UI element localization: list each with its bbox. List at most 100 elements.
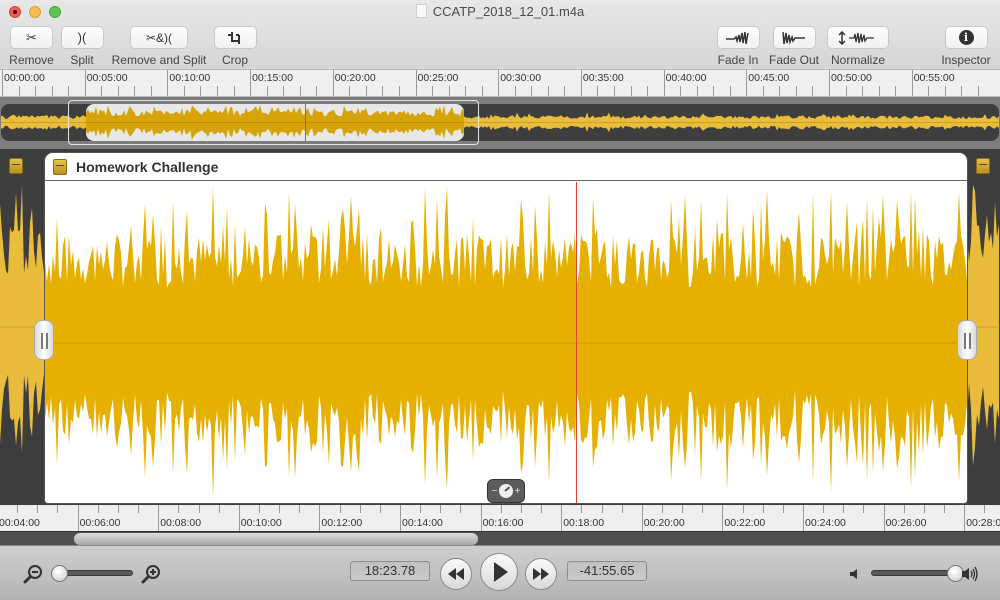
- normalize-tool[interactable]: Normalize: [827, 26, 889, 67]
- major-tick: [641, 505, 643, 531]
- zoom-in-icon[interactable]: [141, 564, 161, 584]
- volume-slider-track[interactable]: [871, 570, 957, 576]
- tick-label: 00:20:00: [334, 72, 376, 84]
- crop-button[interactable]: [213, 26, 257, 49]
- minor-tick: [903, 505, 905, 513]
- play-icon: [493, 562, 508, 582]
- clip-start-handle[interactable]: [34, 320, 54, 360]
- fast-forward-icon: [533, 568, 549, 580]
- minor-tick: [621, 505, 623, 513]
- minor-tick: [258, 505, 260, 513]
- minor-tick: [564, 86, 566, 96]
- minor-tick: [984, 505, 986, 513]
- zoom-out-icon[interactable]: [23, 564, 43, 584]
- fade-in-tool[interactable]: Fade In: [716, 26, 760, 67]
- minor-tick: [812, 86, 814, 96]
- remove-and-split-button[interactable]: ✂&)(: [130, 26, 188, 49]
- minor-tick: [928, 86, 930, 96]
- fade-out-label: Fade Out: [768, 53, 820, 67]
- major-tick: [415, 70, 417, 96]
- inspector-tool[interactable]: i Inspector: [939, 26, 993, 67]
- minor-tick: [465, 86, 467, 96]
- crop-tool[interactable]: Crop: [213, 26, 257, 67]
- split-label: Split: [70, 53, 94, 67]
- minor-tick: [35, 86, 37, 96]
- remove-tool[interactable]: ✂ Remove: [9, 26, 54, 67]
- minor-tick: [420, 505, 422, 513]
- tick-label: 00:15:00: [252, 72, 293, 84]
- minor-tick: [500, 505, 502, 513]
- remove-and-split-tool[interactable]: ✂&)( Remove and Split: [111, 26, 207, 67]
- minor-tick: [481, 86, 483, 96]
- minor-tick: [266, 86, 268, 96]
- minor-tick: [682, 505, 684, 513]
- play-button[interactable]: [480, 553, 518, 591]
- major-tick: [238, 505, 240, 531]
- minor-tick: [878, 86, 880, 96]
- fade-out-tool[interactable]: Fade Out: [768, 26, 820, 67]
- minor-tick: [696, 86, 698, 96]
- major-tick: [663, 70, 665, 96]
- minor-tick: [923, 505, 925, 513]
- tick-label: 00:20:00: [643, 517, 685, 529]
- minor-tick: [150, 86, 152, 96]
- overview-strip[interactable]: [0, 97, 1000, 149]
- window-title-text: CCATP_2018_12_01.m4a: [432, 4, 585, 19]
- normalize-button[interactable]: [827, 26, 889, 49]
- inspector-button[interactable]: i: [944, 26, 988, 49]
- minor-tick: [843, 505, 845, 513]
- volume-dial-icon[interactable]: [499, 484, 513, 498]
- clip-waveform[interactable]: [45, 182, 967, 504]
- major-tick: [400, 505, 401, 531]
- elapsed-time-display: 18:23.78: [350, 561, 430, 581]
- normalize-icon: [838, 30, 874, 45]
- minor-tick: [57, 505, 59, 513]
- zoom-slider-knob[interactable]: [51, 565, 68, 582]
- horizontal-scrollbar[interactable]: [0, 531, 1000, 545]
- scrollbar-thumb[interactable]: [74, 533, 478, 545]
- minor-tick: [613, 86, 615, 96]
- major-tick: [803, 505, 804, 531]
- clip-end-handle[interactable]: [957, 320, 977, 360]
- minor-tick: [138, 505, 140, 513]
- split-button[interactable]: )(: [60, 26, 104, 49]
- fast-forward-button[interactable]: [525, 558, 557, 590]
- volume-low-icon: [850, 569, 857, 579]
- volume-minus-icon: −: [491, 485, 498, 497]
- tick-label: 00:14:00: [402, 517, 443, 529]
- remove-button[interactable]: ✂: [10, 26, 53, 49]
- crop-label: Crop: [221, 53, 248, 67]
- waveform-shape: [0, 185, 44, 454]
- major-tick: [167, 70, 169, 96]
- fade-in-icon: [726, 31, 749, 44]
- minor-tick: [279, 505, 281, 513]
- waveform-editor[interactable]: Homework Challenge: [0, 149, 1000, 505]
- fade-out-button[interactable]: [772, 26, 816, 49]
- tick-label: 00:35:00: [582, 72, 624, 84]
- audio-clip[interactable]: Homework Challenge: [44, 152, 968, 504]
- transport-bar: 18:23.78 -41:55.65: [0, 545, 1000, 600]
- inspector-label: Inspector: [941, 53, 991, 67]
- minor-tick: [178, 505, 180, 513]
- tick-label: 00:55:00: [913, 72, 955, 84]
- minor-tick: [895, 86, 897, 96]
- major-tick: [883, 505, 885, 531]
- rewind-button[interactable]: [440, 558, 472, 590]
- overview-visible-range[interactable]: [68, 100, 479, 145]
- clip-title: Homework Challenge: [76, 159, 219, 175]
- tick-label: 00:22:00: [724, 517, 766, 529]
- tick-label: 00:28:00: [966, 517, 1000, 529]
- remove-split-icon: ✂&)(: [145, 30, 173, 45]
- major-tick: [480, 505, 482, 531]
- fade-in-button[interactable]: [716, 26, 760, 49]
- playhead[interactable]: [576, 182, 577, 503]
- tick-label: 00:05:00: [86, 72, 128, 84]
- minor-tick: [460, 505, 462, 513]
- minor-tick: [117, 86, 119, 96]
- clip-volume-knob[interactable]: − +: [487, 479, 525, 503]
- minor-tick: [365, 86, 367, 96]
- minor-tick: [729, 86, 731, 96]
- split-tool[interactable]: )( Split: [60, 26, 104, 67]
- major-tick: [746, 70, 748, 96]
- major-tick: [829, 70, 830, 96]
